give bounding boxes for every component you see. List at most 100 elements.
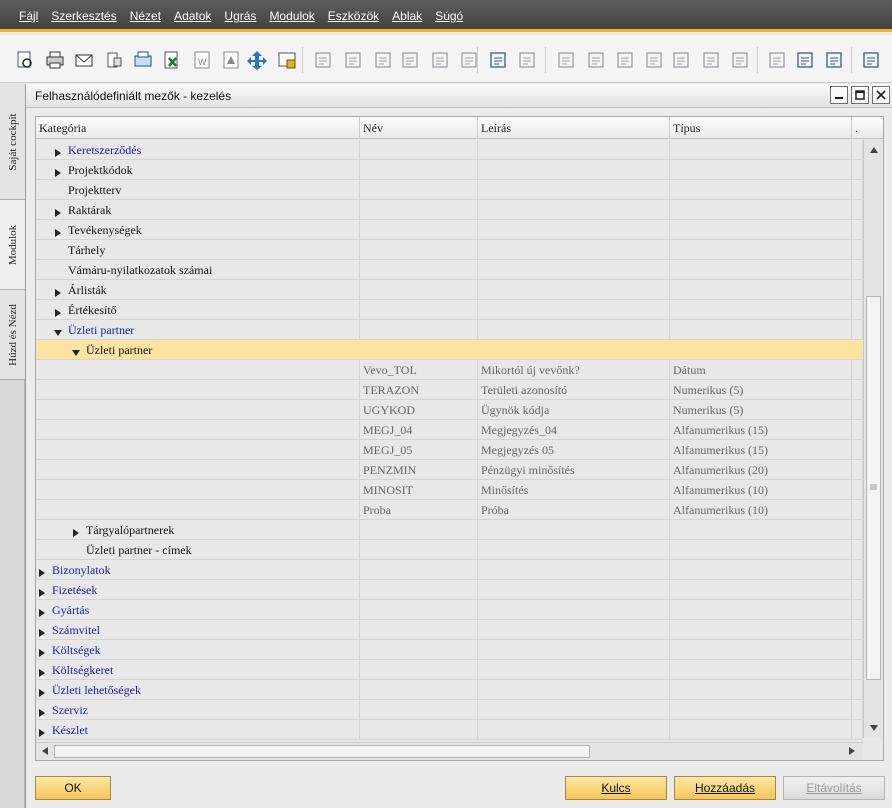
- collapsed-arrow-icon[interactable]: [54, 229, 62, 237]
- scroll-down-button[interactable]: [866, 720, 882, 736]
- field-row[interactable]: MEGJ_05 Megjegyzés 05 Alfanumerikus (15): [36, 440, 863, 460]
- menu-item-5[interactable]: Modulok: [269, 0, 314, 23]
- transaction-journal-button[interactable]: [729, 49, 751, 71]
- email-button[interactable]: [73, 49, 95, 71]
- tree-row[interactable]: Költségkeret: [36, 660, 863, 680]
- tree-toggle[interactable]: [38, 726, 46, 737]
- tree-row[interactable]: Készlet: [36, 720, 863, 740]
- field-row[interactable]: Vevo_TOL Mikortól új vevőnk? Dátum: [36, 360, 863, 380]
- tree-row[interactable]: Tárgyalópartnerek: [36, 520, 863, 540]
- tree-row[interactable]: Üzleti partner: [36, 320, 863, 340]
- menu-item-3[interactable]: Adatok: [174, 0, 211, 23]
- tree-toggle[interactable]: [38, 646, 46, 657]
- tree-row[interactable]: Projektkódok: [36, 160, 863, 180]
- scroll-up-button[interactable]: [866, 142, 882, 158]
- expanded-arrow-icon[interactable]: [72, 349, 80, 357]
- collapsed-arrow-icon[interactable]: [72, 529, 80, 537]
- collapsed-arrow-icon[interactable]: [38, 649, 46, 657]
- collapsed-arrow-icon[interactable]: [38, 589, 46, 597]
- menu-item-7[interactable]: Ablak: [392, 0, 422, 23]
- menu-item-0[interactable]: Fájl: [19, 0, 38, 23]
- collapsed-arrow-icon[interactable]: [38, 609, 46, 617]
- minimize-button[interactable]: [830, 86, 848, 104]
- export-excel-button[interactable]: [161, 49, 183, 71]
- column-header-type[interactable]: Típus: [670, 117, 852, 139]
- tree-toggle[interactable]: [38, 626, 46, 637]
- field-row[interactable]: MEGJ_04 Megjegyzés_04 Alfanumerikus (15): [36, 420, 863, 440]
- tree-row[interactable]: Értékesítő: [36, 300, 863, 320]
- field-row[interactable]: MINOSIT Minősítés Alfanumerikus (10): [36, 480, 863, 500]
- column-header-extra[interactable]: .: [852, 117, 883, 139]
- tree-row[interactable]: Üzleti partner: [36, 340, 863, 360]
- export-pdf-button[interactable]: [220, 49, 242, 71]
- field-row[interactable]: UGYKOD Ügynök kódja Numerikus (5): [36, 400, 863, 420]
- horizontal-scrollbar[interactable]: [36, 742, 863, 760]
- tree-toggle[interactable]: [38, 706, 46, 717]
- tree-row[interactable]: Tárhely: [36, 240, 863, 260]
- tree-row[interactable]: Számvitel: [36, 620, 863, 640]
- next-record-button[interactable]: [429, 49, 451, 71]
- key-button[interactable]: Kulcs: [565, 776, 667, 800]
- menu-item-6[interactable]: Eszközök: [328, 0, 379, 23]
- tree-toggle[interactable]: [54, 146, 62, 157]
- menu-item-1[interactable]: Szerkesztés: [51, 0, 116, 23]
- tree-toggle[interactable]: [54, 206, 62, 217]
- lock-screen-button[interactable]: [276, 49, 298, 71]
- tree-row[interactable]: Bizonylatok: [36, 560, 863, 580]
- side-tab-cockpit[interactable]: Saját cockpit: [0, 84, 25, 200]
- collapsed-arrow-icon[interactable]: [38, 709, 46, 717]
- collapsed-arrow-icon[interactable]: [54, 169, 62, 177]
- tree-toggle[interactable]: [54, 326, 62, 337]
- gross-profit-button[interactable]: [643, 49, 665, 71]
- fax-button[interactable]: [132, 49, 154, 71]
- sms-button[interactable]: [103, 49, 125, 71]
- expanded-arrow-icon[interactable]: [54, 329, 62, 337]
- task-list-button[interactable]: [860, 49, 882, 71]
- tree-toggle[interactable]: [72, 346, 80, 357]
- tree-row[interactable]: Raktárak: [36, 200, 863, 220]
- side-tab-drag-relate[interactable]: Húzd és Nézd: [0, 290, 25, 380]
- collapsed-arrow-icon[interactable]: [54, 149, 62, 157]
- collapsed-arrow-icon[interactable]: [38, 669, 46, 677]
- menu-item-8[interactable]: Súgó: [435, 0, 463, 23]
- menu-item-4[interactable]: Ugrás: [224, 0, 256, 23]
- tree-toggle[interactable]: [38, 566, 46, 577]
- column-header-category[interactable]: Kategória: [36, 117, 360, 139]
- tree-row[interactable]: Üzleti lehetőségek: [36, 680, 863, 700]
- field-row[interactable]: Proba Próba Alfanumerikus (10): [36, 500, 863, 520]
- ok-button[interactable]: OK: [35, 776, 111, 800]
- tree-row[interactable]: Költségek: [36, 640, 863, 660]
- remove-button[interactable]: Eltávolítás: [783, 776, 885, 800]
- tree-row[interactable]: Fizetések: [36, 580, 863, 600]
- target-document-button[interactable]: [585, 49, 607, 71]
- print-preview-button[interactable]: [14, 49, 36, 71]
- database-button[interactable]: [823, 49, 845, 71]
- first-record-button[interactable]: [372, 49, 394, 71]
- scroll-right-button[interactable]: [844, 743, 860, 759]
- tree-row[interactable]: Vámáru-nyilatkozatok számai: [36, 260, 863, 280]
- export-word-button[interactable]: W: [191, 49, 213, 71]
- maximize-button[interactable]: [851, 86, 869, 104]
- tree-row[interactable]: Gyártás: [36, 600, 863, 620]
- sort-button[interactable]: [516, 49, 538, 71]
- tree-row[interactable]: Szerviz: [36, 700, 863, 720]
- vertical-scroll-thumb[interactable]: [866, 296, 881, 680]
- tree-toggle[interactable]: [54, 226, 62, 237]
- field-row[interactable]: PENZMIN Pénzügyi minősítés Alfanumerikus (…: [36, 460, 863, 480]
- collapsed-arrow-icon[interactable]: [38, 689, 46, 697]
- add-button[interactable]: Hozzáadás: [674, 776, 776, 800]
- find-button[interactable]: [312, 49, 334, 71]
- tree-toggle[interactable]: [54, 286, 62, 297]
- collapsed-arrow-icon[interactable]: [54, 309, 62, 317]
- base-document-button[interactable]: [555, 49, 577, 71]
- tree-row[interactable]: Keretszerződés: [36, 140, 863, 160]
- collapsed-arrow-icon[interactable]: [38, 569, 46, 577]
- tree-toggle[interactable]: [72, 526, 80, 537]
- tree-toggle[interactable]: [38, 606, 46, 617]
- payment-means-button[interactable]: [700, 49, 722, 71]
- tree-toggle[interactable]: [38, 666, 46, 677]
- tree-row[interactable]: Árlisták: [36, 280, 863, 300]
- tree-toggle[interactable]: [54, 166, 62, 177]
- side-tab-modules[interactable]: Modulok: [0, 200, 25, 290]
- collapsed-arrow-icon[interactable]: [54, 209, 62, 217]
